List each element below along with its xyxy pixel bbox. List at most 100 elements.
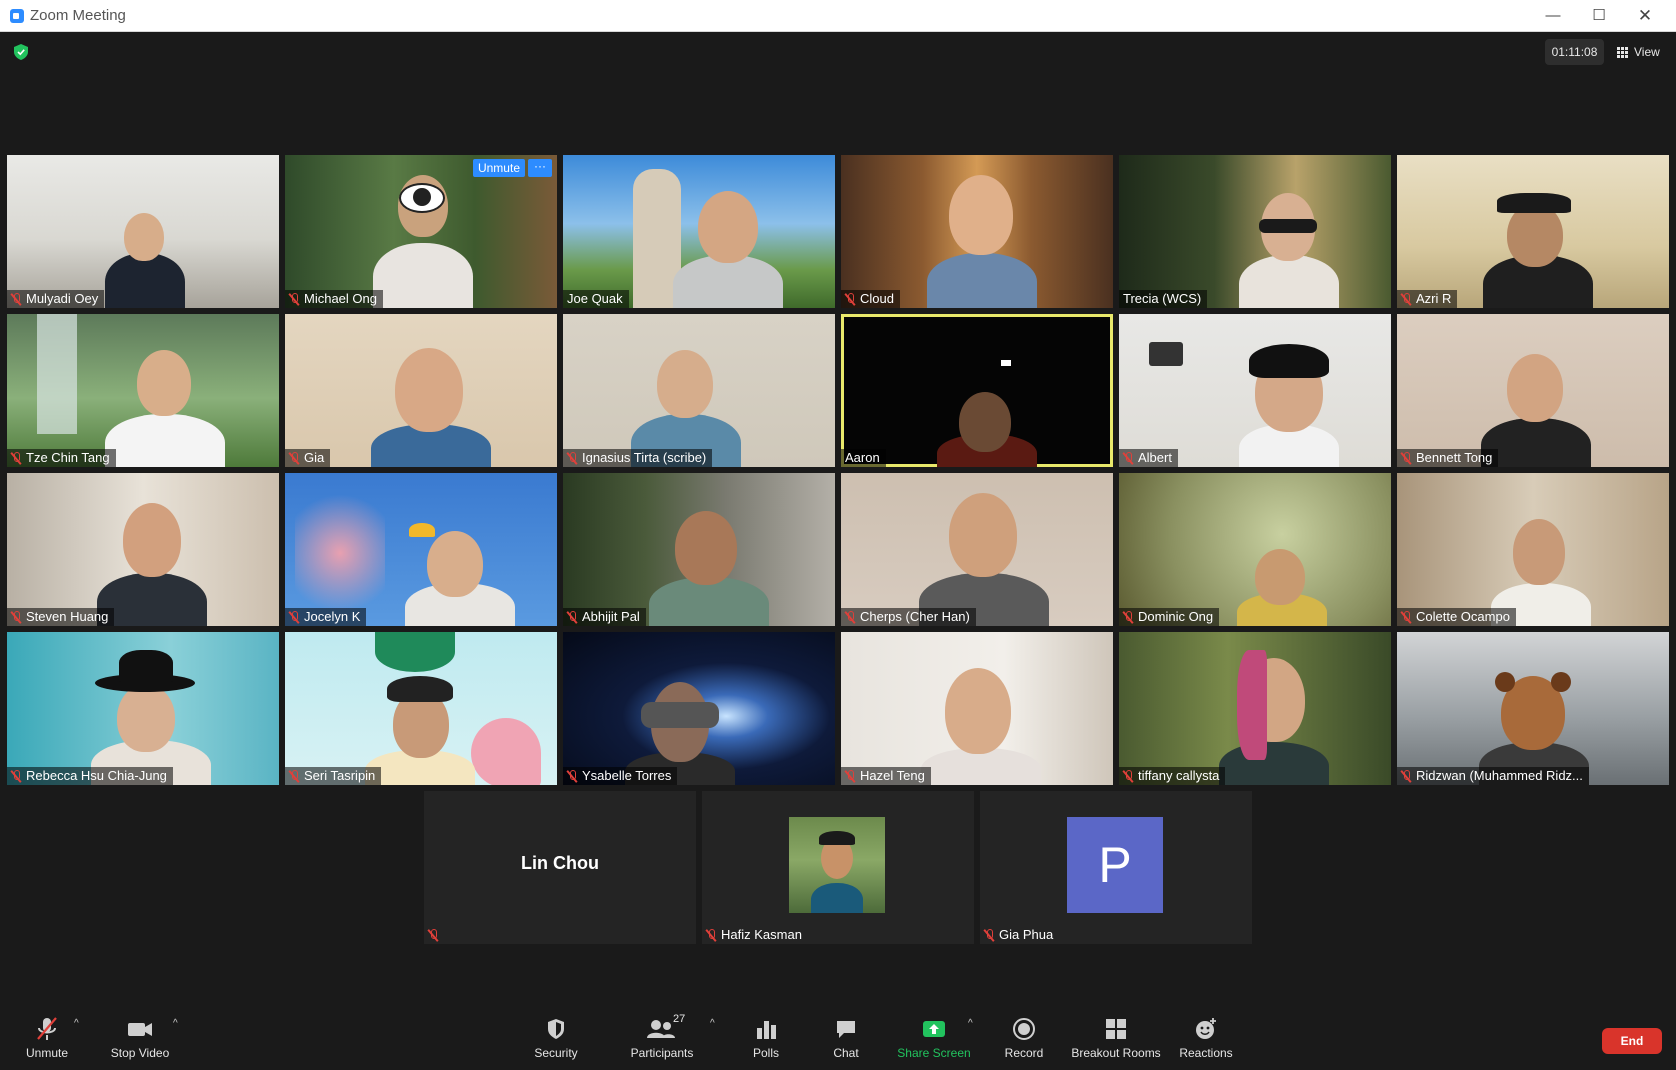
audio-options-caret-icon[interactable]: ^	[74, 1018, 79, 1029]
participant-name-label: Seri Tasripin	[285, 767, 382, 785]
smiley-reactions-icon	[1196, 1018, 1216, 1039]
view-button[interactable]: View	[1612, 39, 1670, 65]
participants-count: 27	[673, 1013, 686, 1025]
minimize-button[interactable]: —	[1538, 4, 1568, 28]
participant-name-label: Steven Huang	[7, 608, 115, 626]
participant-name-label: Rebecca Hsu Chia-Jung	[7, 767, 173, 785]
meeting-timer: 01:11:08	[1545, 39, 1604, 65]
video-tile[interactable]: Albert	[1119, 314, 1391, 467]
participant-name-label: Michael Ong	[285, 290, 383, 308]
participant-name-label: Ysabelle Torres	[563, 767, 678, 785]
share-screen-button[interactable]: Share Screen	[896, 1016, 972, 1060]
participant-name-label: Joe Quak	[563, 290, 629, 308]
chat-button[interactable]: Chat	[828, 1016, 864, 1060]
more-options-button[interactable]: ···	[528, 159, 552, 177]
participant-name-label: Bennett Tong	[1397, 449, 1499, 467]
participant-name-label: tiffany callysta	[1119, 767, 1226, 785]
unmute-button[interactable]: Unmute	[20, 1016, 74, 1060]
muted-mic-icon	[845, 610, 855, 624]
participant-name-label: Hafiz Kasman	[702, 926, 808, 944]
encryption-shield-icon[interactable]	[14, 44, 28, 60]
end-meeting-button[interactable]: End	[1602, 1028, 1662, 1054]
shield-icon	[548, 1019, 564, 1039]
participants-options-caret-icon[interactable]: ^	[710, 1018, 715, 1029]
share-screen-arrow-icon	[923, 1021, 945, 1037]
video-options-caret-icon[interactable]: ^	[173, 1018, 178, 1029]
video-tile[interactable]: Steven Huang	[7, 473, 279, 626]
participant-name-label	[424, 926, 449, 944]
zoom-app-icon	[10, 9, 24, 23]
reactions-button[interactable]: Reactions	[1178, 1016, 1234, 1060]
participant-name-label: Gia	[285, 449, 331, 467]
participant-name-label: Jocelyn K	[285, 608, 367, 626]
muted-mic-icon	[845, 769, 855, 783]
video-tile[interactable]: Abhijit Pal	[563, 473, 835, 626]
participant-avatar-letter: P	[1067, 817, 1163, 913]
participant-name-label: Mulyadi Oey	[7, 290, 105, 308]
meeting-toolbar: Unmute ^ Stop Video ^ Security 27 Partic…	[0, 1002, 1676, 1070]
record-button[interactable]: Record	[1004, 1016, 1044, 1060]
muted-mic-icon	[984, 928, 994, 942]
video-tile[interactable]: Unmute ··· Michael Ong	[285, 155, 557, 308]
video-tile[interactable]: Rebecca Hsu Chia-Jung	[7, 632, 279, 785]
muted-mic-icon	[845, 292, 855, 306]
video-tile[interactable]: tiffany callysta	[1119, 632, 1391, 785]
muted-mic-icon	[289, 769, 299, 783]
participants-button[interactable]: 27 Participants	[628, 1013, 696, 1060]
muted-mic-icon	[289, 292, 299, 306]
participant-avatar-photo	[789, 817, 885, 913]
participant-name-label: Gia Phua	[980, 926, 1059, 944]
video-tile[interactable]: Ignasius Tirta (scribe)	[563, 314, 835, 467]
muted-mic-icon	[428, 928, 438, 942]
video-tile[interactable]: Ridzwan (Muhammed Ridz...	[1397, 632, 1669, 785]
video-tile[interactable]: Cherps (Cher Han)	[841, 473, 1113, 626]
participant-name-label: Cloud	[841, 290, 900, 308]
video-tile[interactable]: Tze Chin Tang	[7, 314, 279, 467]
maximize-button[interactable]: ☐	[1584, 4, 1614, 28]
title-bar: Zoom Meeting — ☐ ✕	[0, 0, 1676, 32]
video-tile[interactable]: Hazel Teng	[841, 632, 1113, 785]
muted-mic-icon	[1401, 769, 1411, 783]
muted-mic-icon	[1401, 451, 1411, 465]
polls-button[interactable]: Polls	[748, 1016, 784, 1060]
video-tile[interactable]: Seri Tasripin	[285, 632, 557, 785]
security-button[interactable]: Security	[526, 1016, 586, 1060]
muted-mic-icon	[1123, 451, 1133, 465]
video-tile[interactable]: Jocelyn K	[285, 473, 557, 626]
video-tile[interactable]: Joe Quak	[563, 155, 835, 308]
video-tile-no-video[interactable]: P Gia Phua	[980, 791, 1252, 944]
muted-mic-icon	[11, 769, 21, 783]
breakout-rooms-button[interactable]: Breakout Rooms	[1070, 1016, 1162, 1060]
video-tile[interactable]: Trecia (WCS)	[1119, 155, 1391, 308]
video-tile[interactable]: Mulyadi Oey	[7, 155, 279, 308]
participant-name-label: Albert	[1119, 449, 1178, 467]
muted-mic-icon	[11, 610, 21, 624]
muted-mic-icon	[1123, 769, 1133, 783]
chat-bubble-icon	[837, 1021, 855, 1038]
participant-name-label: Aaron	[841, 449, 886, 467]
muted-mic-icon	[567, 451, 577, 465]
video-tile[interactable]: Ysabelle Torres	[563, 632, 835, 785]
muted-mic-icon	[1401, 610, 1411, 624]
video-camera-icon	[128, 1023, 152, 1036]
video-tile[interactable]: Bennett Tong	[1397, 314, 1669, 467]
video-tile-no-video[interactable]: Hafiz Kasman	[702, 791, 974, 944]
muted-mic-icon	[706, 928, 716, 942]
muted-mic-icon	[567, 610, 577, 624]
unmute-participant-button[interactable]: Unmute	[472, 159, 525, 177]
video-tile-active-speaker[interactable]: Aaron	[841, 314, 1113, 467]
muted-mic-icon	[11, 292, 21, 306]
share-options-caret-icon[interactable]: ^	[968, 1018, 973, 1029]
muted-mic-icon	[11, 451, 21, 465]
video-tile-no-video[interactable]: Lin Chou	[424, 791, 696, 944]
participant-name-label: Colette Ocampo	[1397, 608, 1516, 626]
video-tile[interactable]: Gia	[285, 314, 557, 467]
participant-name-label: Ridzwan (Muhammed Ridz...	[1397, 767, 1589, 785]
video-tile[interactable]: Dominic Ong	[1119, 473, 1391, 626]
video-tile[interactable]: Cloud	[841, 155, 1113, 308]
close-button[interactable]: ✕	[1630, 4, 1660, 28]
video-tile[interactable]: Azri R	[1397, 155, 1669, 308]
muted-mic-icon	[567, 769, 577, 783]
video-tile[interactable]: Colette Ocampo	[1397, 473, 1669, 626]
stop-video-button[interactable]: Stop Video	[104, 1016, 176, 1060]
